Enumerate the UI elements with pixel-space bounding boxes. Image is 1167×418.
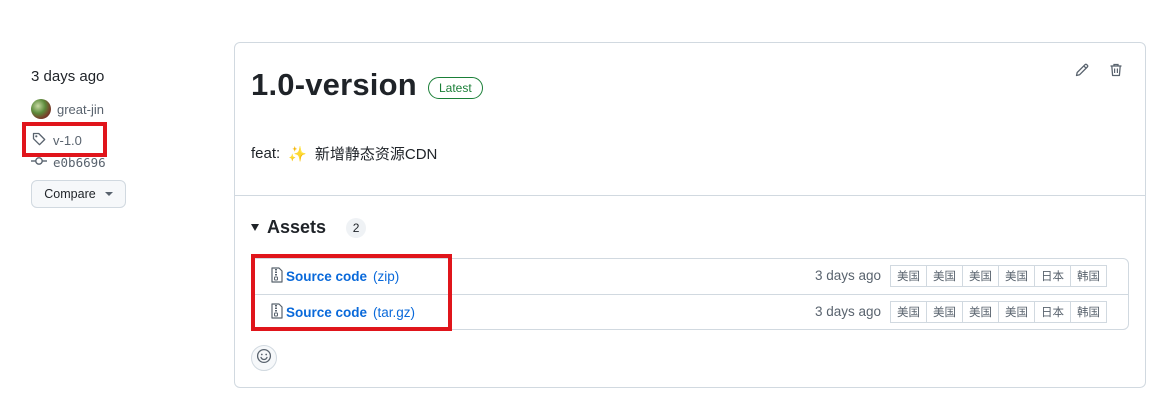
tag-name[interactable]: v-1.0: [53, 133, 82, 148]
edit-release-button[interactable]: [1073, 63, 1091, 81]
asset-date: 3 days ago: [815, 268, 882, 283]
smiley-icon: [256, 348, 272, 369]
file-zip-icon: [270, 267, 284, 286]
triangle-down-icon: [251, 224, 259, 231]
release-tag[interactable]: v-1.0: [31, 129, 82, 151]
release-title[interactable]: 1.0-version: [251, 67, 417, 103]
sparkles-emoji: ✨: [288, 145, 307, 163]
asset-list: Source code (zip) 3 days ago 美国 美国 美国 美国…: [251, 258, 1129, 330]
compare-label: Compare: [44, 187, 96, 201]
asset-link-targz[interactable]: Source code (tar.gz): [270, 302, 415, 322]
mirror-links: 美国 美国 美国 美国 日本 韩国: [890, 265, 1107, 287]
mirror-link[interactable]: 美国: [998, 265, 1035, 287]
notes-text: 新增静态资源CDN: [314, 146, 438, 163]
mirror-link[interactable]: 美国: [890, 265, 927, 287]
pencil-icon: [1074, 62, 1090, 83]
release-actions: [1073, 63, 1125, 81]
chevron-down-icon: [104, 192, 113, 196]
assets-toggle[interactable]: Assets 2: [251, 217, 367, 238]
divider: [235, 195, 1145, 196]
mirror-link[interactable]: 美国: [890, 301, 927, 323]
mirror-link[interactable]: 韩国: [1070, 265, 1107, 287]
latest-badge: Latest: [428, 77, 483, 99]
mirror-link[interactable]: 美国: [926, 265, 963, 287]
asset-row: Source code (zip) 3 days ago 美国 美国 美国 美国…: [252, 259, 1128, 294]
mirror-link[interactable]: 日本: [1034, 265, 1071, 287]
mirror-link[interactable]: 美国: [962, 265, 999, 287]
mirror-links: 美国 美国 美国 美国 日本 韩国: [890, 301, 1107, 323]
release-meta-sidebar: 3 days ago great-jin v-1.0 e0b6696 Compa…: [0, 0, 230, 418]
assets-label: Assets: [267, 217, 327, 237]
release-card: 1.0-version Latest feat: ✨ 新增静态资源CDN Ass…: [234, 42, 1146, 388]
asset-date: 3 days ago: [815, 304, 882, 319]
release-notes: feat: ✨ 新增静态资源CDN: [251, 143, 437, 164]
asset-ext[interactable]: (tar.gz): [373, 305, 415, 320]
mirror-link[interactable]: 美国: [962, 301, 999, 323]
assets-count-badge: 2: [346, 217, 367, 238]
asset-row: Source code (tar.gz) 3 days ago 美国 美国 美国…: [252, 294, 1128, 329]
release-author[interactable]: great-jin: [31, 98, 104, 120]
tag-icon: [31, 131, 47, 150]
file-zip-icon: [270, 302, 284, 322]
mirror-link[interactable]: 韩国: [1070, 301, 1107, 323]
mirror-link[interactable]: 美国: [926, 301, 963, 323]
asset-name[interactable]: Source code: [286, 269, 367, 284]
avatar[interactable]: [31, 99, 51, 119]
author-name[interactable]: great-jin: [57, 102, 104, 117]
commit-icon: [31, 153, 47, 172]
mirror-link[interactable]: 日本: [1034, 301, 1071, 323]
mirror-link[interactable]: 美国: [998, 301, 1035, 323]
add-reaction-button[interactable]: [251, 345, 277, 371]
notes-prefix: feat:: [251, 145, 281, 162]
commit-sha[interactable]: e0b6696: [53, 155, 106, 170]
asset-link-zip[interactable]: Source code (zip): [270, 267, 399, 286]
trash-icon: [1108, 62, 1124, 83]
delete-release-button[interactable]: [1107, 63, 1125, 81]
asset-ext[interactable]: (zip): [373, 269, 399, 284]
release-date: 3 days ago: [31, 68, 105, 85]
asset-name[interactable]: Source code: [286, 305, 367, 320]
release-commit[interactable]: e0b6696: [31, 151, 106, 173]
compare-button[interactable]: Compare: [31, 180, 126, 208]
